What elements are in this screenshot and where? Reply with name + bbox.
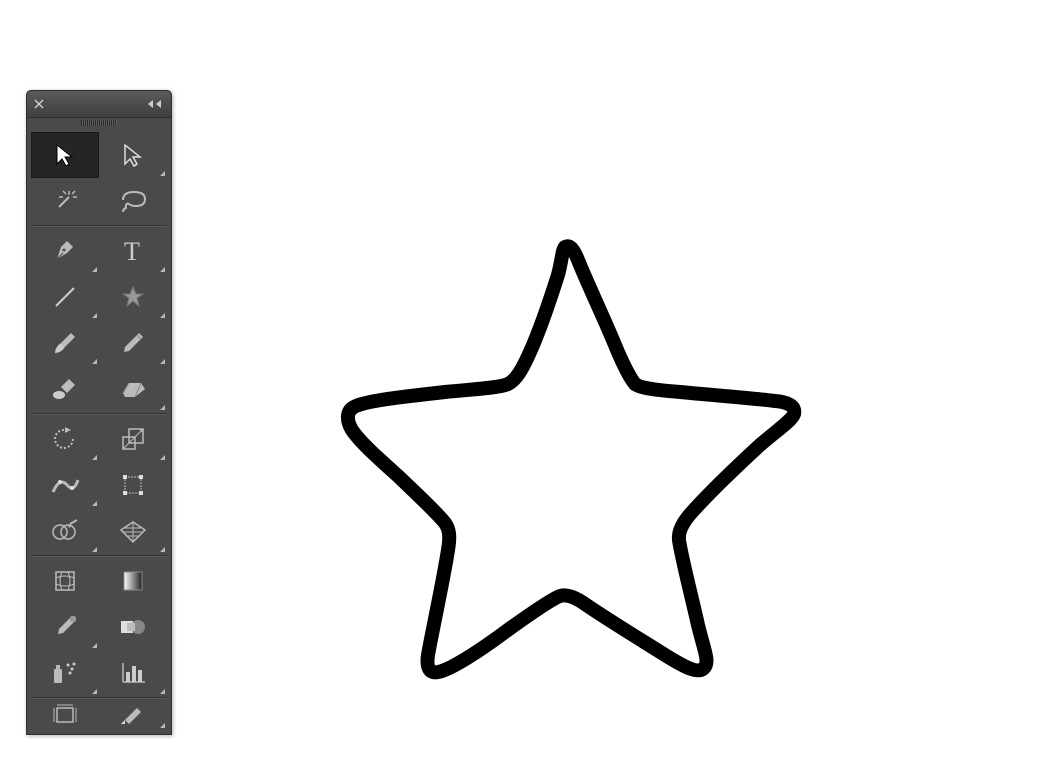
close-icon[interactable] <box>33 98 45 110</box>
eraser-tool[interactable] <box>99 366 167 412</box>
column-graph-tool[interactable] <box>99 650 167 696</box>
panel-header[interactable] <box>27 91 171 118</box>
pen-tool[interactable] <box>31 228 99 274</box>
artboard-tool[interactable] <box>31 700 99 730</box>
paintbrush-tool[interactable] <box>31 320 99 366</box>
lasso-tool[interactable] <box>99 178 167 224</box>
mesh-tool[interactable] <box>31 558 99 604</box>
gradient-tool[interactable] <box>99 558 167 604</box>
rotate-tool[interactable] <box>31 416 99 462</box>
magic-wand-tool[interactable] <box>31 178 99 224</box>
perspective-grid-tool[interactable] <box>99 508 167 554</box>
eyedropper-tool[interactable] <box>31 604 99 650</box>
blend-tool[interactable] <box>99 604 167 650</box>
width-tool[interactable] <box>31 462 99 508</box>
pencil-tool[interactable] <box>99 320 167 366</box>
free-transform-tool[interactable] <box>99 462 167 508</box>
shape-builder-tool[interactable] <box>31 508 99 554</box>
blob-brush-tool[interactable] <box>31 366 99 412</box>
type-tool[interactable]: T <box>99 228 167 274</box>
line-segment-tool[interactable] <box>31 274 99 320</box>
svg-text:T: T <box>124 238 140 264</box>
scale-tool[interactable] <box>99 416 167 462</box>
selection-tool[interactable] <box>31 132 99 178</box>
direct-selection-tool[interactable] <box>99 132 167 178</box>
panel-gripper[interactable] <box>27 118 171 128</box>
tool-grid: T <box>27 128 171 734</box>
shape-star-tool[interactable] <box>99 274 167 320</box>
collapse-icon[interactable] <box>147 99 165 109</box>
symbol-sprayer-tool[interactable] <box>31 650 99 696</box>
slice-tool[interactable] <box>99 700 167 730</box>
tools-panel: T <box>26 90 172 735</box>
